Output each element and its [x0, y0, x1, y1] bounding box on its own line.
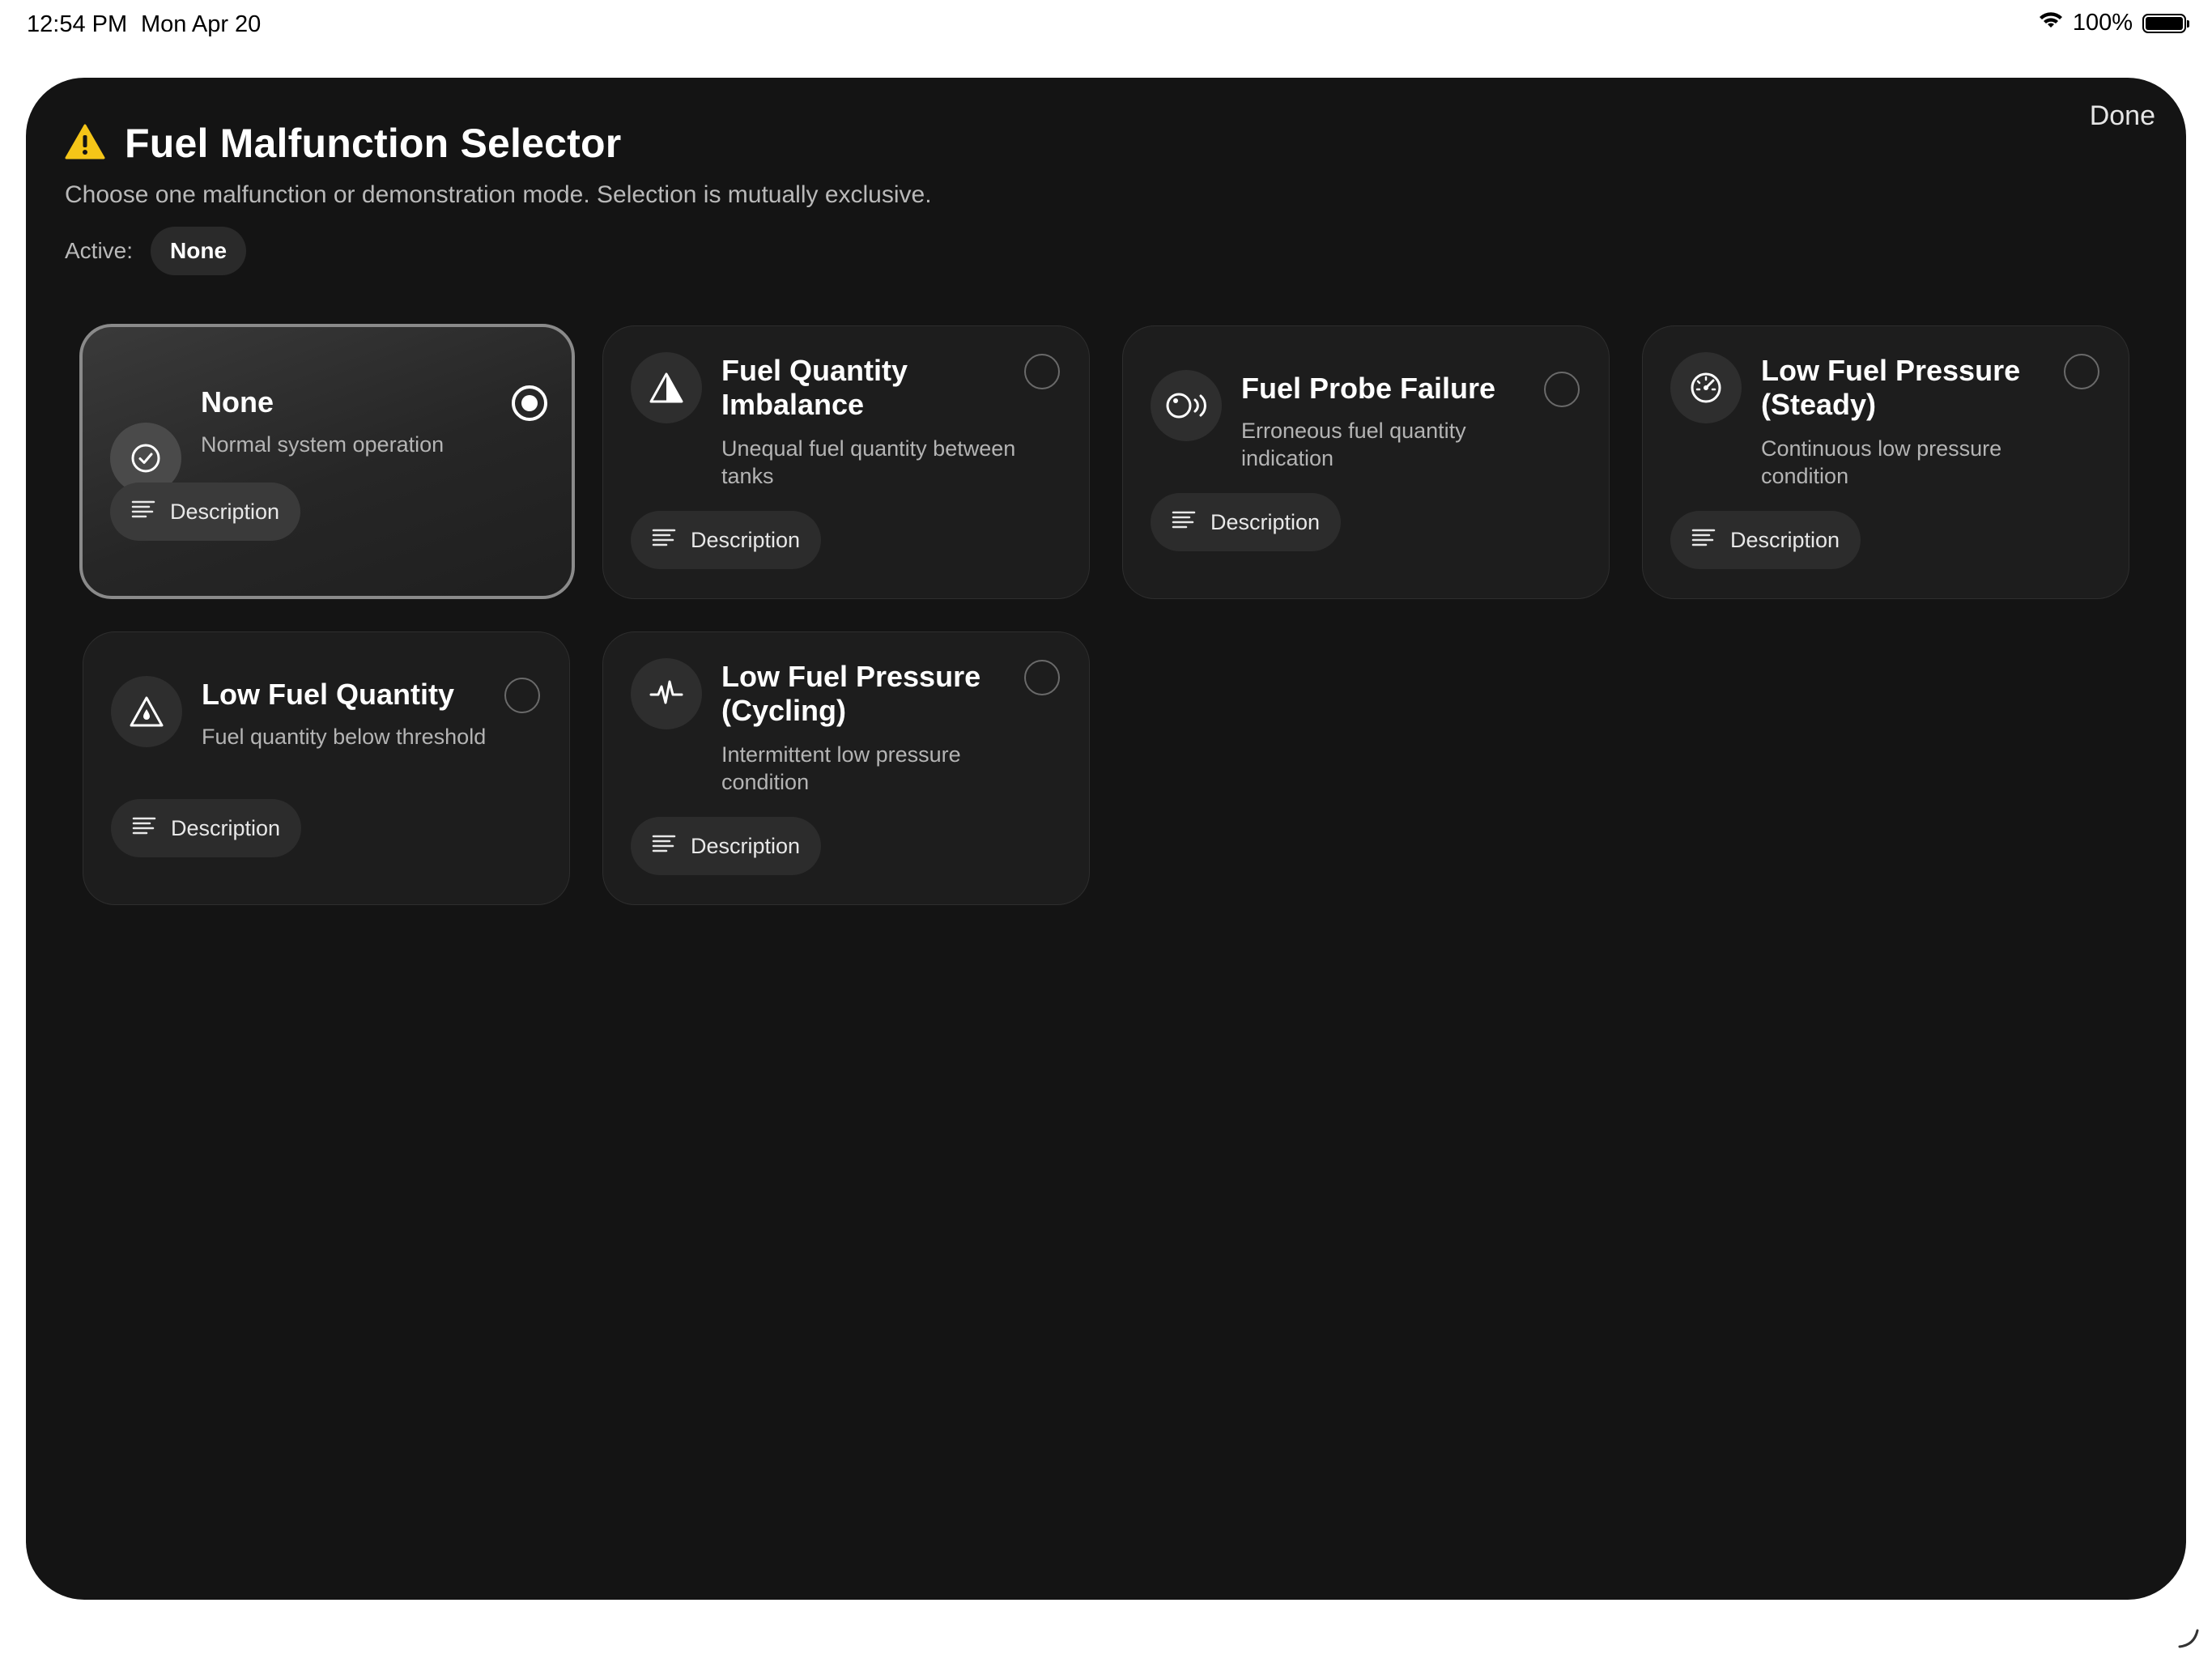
- option-subtitle: Continuous low pressure condition: [1761, 436, 2002, 488]
- option-card-fuel-quantity-imbalance[interactable]: Fuel Quantity Imbalance Unequal fuel qua…: [602, 325, 1090, 599]
- waveform-icon: [631, 658, 702, 729]
- option-title: Low Fuel Quantity: [202, 678, 454, 711]
- probe-signal-icon: [1151, 370, 1222, 441]
- option-card-fuel-probe-failure[interactable]: Fuel Probe Failure Erroneous fuel quanti…: [1122, 325, 1610, 599]
- description-button[interactable]: Description: [631, 511, 822, 569]
- option-radio[interactable]: [1024, 660, 1060, 695]
- status-date: Mon Apr 20: [141, 11, 262, 37]
- description-label: Description: [1210, 509, 1321, 534]
- battery-icon: [2142, 13, 2189, 33]
- description-label: Description: [691, 833, 801, 858]
- status-bar: 12:54 PM Mon Apr 20 100%: [0, 0, 2212, 52]
- option-subtitle: Normal system operation: [201, 432, 445, 457]
- gauge-icon: [1670, 352, 1742, 423]
- option-radio-selected[interactable]: [512, 385, 547, 421]
- option-radio[interactable]: [1024, 354, 1060, 389]
- option-card-low-fuel-pressure-cycling[interactable]: Low Fuel Pressure (Cycling) Intermittent…: [602, 631, 1090, 905]
- active-value-badge: None: [151, 227, 247, 275]
- option-title: Fuel Probe Failure: [1241, 372, 1496, 405]
- option-subtitle: Unequal fuel quantity between tanks: [721, 436, 1016, 488]
- option-subtitle: Intermittent low pressure condition: [721, 742, 961, 794]
- option-title: Low Fuel Pressure (Steady): [1761, 354, 2021, 421]
- done-button[interactable]: Done: [2090, 100, 2155, 132]
- option-title: Low Fuel Pressure (Cycling): [721, 660, 981, 727]
- description-label: Description: [691, 527, 801, 552]
- description-button[interactable]: Description: [110, 483, 301, 541]
- page-title: Fuel Malfunction Selector: [125, 121, 622, 166]
- option-subtitle: Fuel quantity below threshold: [202, 725, 487, 749]
- text-lines-icon: [131, 500, 155, 525]
- description-label: Description: [1730, 527, 1840, 552]
- option-card-none[interactable]: None Normal system operation Description: [79, 324, 575, 599]
- option-card-low-fuel-quantity[interactable]: Low Fuel Quantity Fuel quantity below th…: [83, 631, 570, 905]
- description-label: Description: [170, 499, 280, 524]
- description-button[interactable]: Description: [111, 799, 302, 857]
- malfunction-sheet: Done Fuel Malfunction Selector Choose on…: [26, 78, 2186, 1600]
- header: Fuel Malfunction Selector: [65, 120, 621, 167]
- description-button[interactable]: Description: [631, 817, 822, 875]
- option-radio[interactable]: [504, 678, 540, 713]
- wifi-icon: [2039, 10, 2063, 36]
- option-title: Fuel Quantity Imbalance: [721, 354, 908, 421]
- option-radio[interactable]: [2064, 354, 2099, 389]
- text-lines-icon: [132, 816, 156, 841]
- fuel-drop-warning-icon: [111, 676, 182, 747]
- text-lines-icon: [1172, 510, 1196, 535]
- warning-triangle-icon: [631, 352, 702, 423]
- page-subtitle: Choose one malfunction or demonstration …: [65, 181, 932, 208]
- active-label: Active:: [65, 238, 134, 263]
- warning-icon: [65, 124, 105, 164]
- battery-percent: 100%: [2072, 10, 2133, 36]
- status-time: 12:54 PM: [27, 11, 128, 37]
- option-title: None: [201, 385, 274, 419]
- description-button[interactable]: Description: [1151, 493, 1342, 551]
- resize-handle[interactable]: [2176, 1626, 2201, 1650]
- option-card-low-fuel-pressure-steady[interactable]: Low Fuel Pressure (Steady) Continuous lo…: [1642, 325, 2129, 599]
- text-lines-icon: [652, 834, 676, 859]
- option-subtitle: Erroneous fuel quantity indication: [1241, 419, 1466, 470]
- description-button[interactable]: Description: [1670, 511, 1861, 569]
- text-lines-icon: [652, 528, 676, 553]
- active-indicator: Active: None: [65, 227, 247, 275]
- text-lines-icon: [1691, 528, 1716, 553]
- status-right: 100%: [2039, 10, 2189, 36]
- description-label: Description: [171, 815, 281, 840]
- option-radio[interactable]: [1544, 372, 1580, 407]
